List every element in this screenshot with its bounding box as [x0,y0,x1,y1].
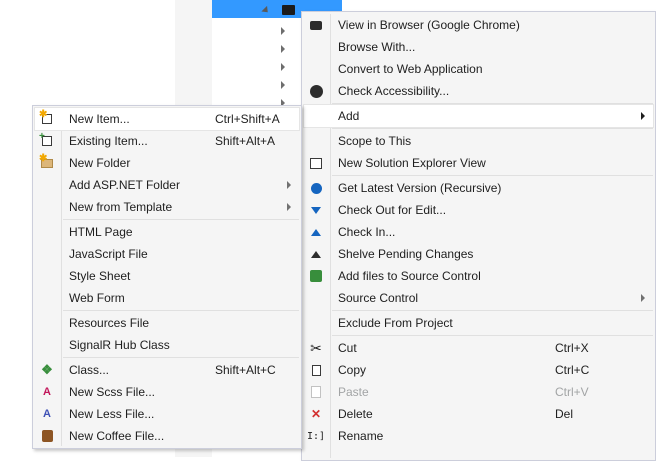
accessibility-icon [308,83,324,99]
coffee-file-icon [39,428,55,444]
menu-separator [63,310,299,311]
browser-icon [308,17,324,33]
submenu-item-web-form[interactable]: Web Form [35,287,299,309]
menu-item-scope-to-this[interactable]: Scope to This [304,130,653,152]
menu-separator [63,357,299,358]
tree-expander-icon[interactable] [281,63,285,71]
class-icon: ❖ [41,362,53,377]
copy-icon [308,362,324,378]
submenu-item-html-page[interactable]: HTML Page [35,221,299,243]
menu-item-exclude-from-project[interactable]: Exclude From Project [304,312,653,334]
menu-item-add[interactable]: Add [303,104,654,128]
get-latest-icon [308,180,324,196]
scss-file-icon: A [43,386,51,398]
submenu-item-javascript-file[interactable]: JavaScript File [35,243,299,265]
menu-item-copy[interactable]: Copy Ctrl+C [304,359,653,381]
menu-item-shelve-pending-changes[interactable]: Shelve Pending Changes [304,243,653,265]
submenu-item-existing-item[interactable]: + Existing Item... Shift+Alt+A [35,130,299,152]
submenu-item-add-aspnet-folder[interactable]: Add ASP.NET Folder [35,174,299,196]
less-file-icon: A [43,408,51,420]
submenu-arrow-icon [287,181,291,189]
menu-separator [332,310,653,311]
submenu-item-style-sheet[interactable]: Style Sheet [35,265,299,287]
menu-item-browse-with[interactable]: Browse With... [304,36,653,58]
menu-separator [332,103,653,104]
existing-item-icon: + [39,131,55,149]
menu-item-check-accessibility[interactable]: Check Accessibility... [304,80,653,102]
menu-item-delete[interactable]: ✕ Delete Del [304,403,653,425]
submenu-arrow-icon [287,203,291,211]
menu-item-view-in-browser[interactable]: View in Browser (Google Chrome) [304,14,653,36]
shelve-icon [308,246,324,262]
menu-separator [332,128,653,129]
menu-item-cut[interactable]: ✂ Cut Ctrl+X [304,337,653,359]
submenu-item-new-from-template[interactable]: New from Template [35,196,299,218]
tree-expander-icon[interactable] [281,45,285,53]
scissors-icon: ✂ [310,339,322,356]
new-view-icon [308,155,324,171]
paste-icon [308,384,324,400]
menu-item-rename[interactable]: I:] Rename [304,425,653,447]
check-out-icon [308,202,324,218]
tree-expander-icon[interactable] [281,27,285,35]
submenu-item-signalr-hub-class[interactable]: SignalR Hub Class [35,334,299,356]
menu-separator [332,175,653,176]
menu-item-convert-to-web-application[interactable]: Convert to Web Application [304,58,653,80]
add-source-control-icon [308,268,324,284]
submenu-item-class[interactable]: ❖ Class... Shift+Alt+C [35,359,299,381]
menu-separator [63,219,299,220]
menu-item-source-control[interactable]: Source Control [304,287,653,309]
context-menu: View in Browser (Google Chrome) Browse W… [301,11,656,461]
add-submenu: ✱ New Item... Ctrl+Shift+A + Existing It… [32,105,302,449]
submenu-item-new-scss-file[interactable]: A New Scss File... [35,381,299,403]
tree-expander-icon[interactable] [281,81,285,89]
rename-icon: I:] [306,430,326,442]
menu-item-check-in[interactable]: Check In... [304,221,653,243]
submenu-item-new-item[interactable]: ✱ New Item... Ctrl+Shift+A [34,107,300,131]
new-item-icon: ✱ [39,109,55,127]
folder-icon [282,5,295,15]
submenu-item-new-less-file[interactable]: A New Less File... [35,403,299,425]
submenu-arrow-icon [641,294,645,302]
submenu-item-new-coffee-file[interactable]: New Coffee File... [35,425,299,447]
menu-separator [332,335,653,336]
submenu-arrow-icon [641,112,645,120]
menu-item-new-solution-explorer-view[interactable]: New Solution Explorer View [304,152,653,174]
menu-item-add-files-to-source-control[interactable]: Add files to Source Control [304,265,653,287]
check-in-icon [308,224,324,240]
menu-item-paste[interactable]: Paste Ctrl+V [304,381,653,403]
menu-item-get-latest-version[interactable]: Get Latest Version (Recursive) [304,177,653,199]
submenu-item-resources-file[interactable]: Resources File [35,312,299,334]
delete-icon: ✕ [310,407,322,421]
new-folder-icon: ✱ [39,153,55,171]
menu-item-check-out-for-edit[interactable]: Check Out for Edit... [304,199,653,221]
submenu-item-new-folder[interactable]: ✱ New Folder [35,152,299,174]
